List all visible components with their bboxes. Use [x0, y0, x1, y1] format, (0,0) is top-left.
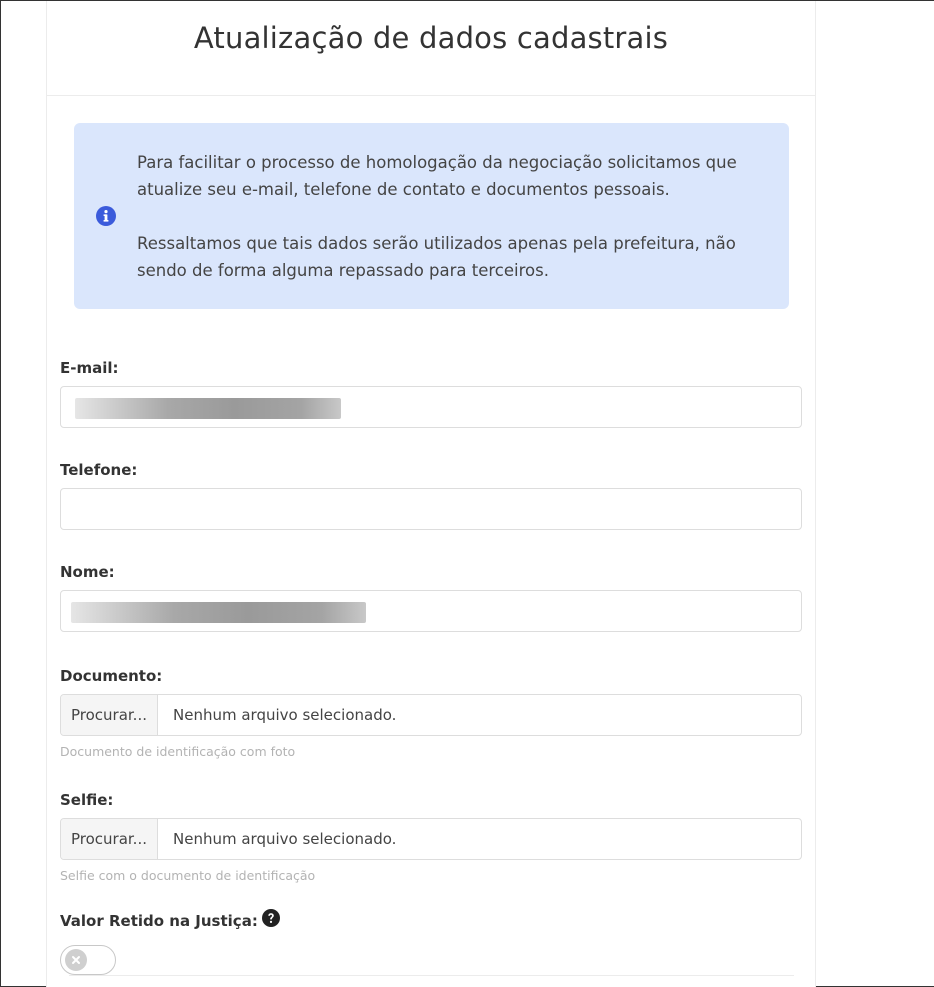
profile-update-form: E-mail: Telefone: Nome: Documento: Procu…	[60, 359, 802, 975]
withheld-value-toggle[interactable]	[60, 945, 116, 975]
selfie-field-group: Selfie: Procurar... Nenhum arquivo selec…	[60, 791, 802, 884]
selfie-file-input[interactable]: Procurar... Nenhum arquivo selecionado.	[60, 818, 802, 860]
document-browse-button[interactable]: Procurar...	[61, 695, 158, 735]
document-field-group: Documento: Procurar... Nenhum arquivo se…	[60, 667, 802, 760]
selfie-label: Selfie:	[60, 791, 114, 809]
phone-input[interactable]	[60, 488, 802, 530]
selfie-browse-button[interactable]: Procurar...	[61, 819, 158, 859]
document-label: Documento:	[60, 667, 163, 685]
close-icon	[72, 956, 80, 964]
selfie-file-status: Nenhum arquivo selecionado.	[173, 830, 397, 848]
selfie-help-text: Selfie com o documento de identificação	[60, 868, 316, 883]
page-title: Atualização de dados cadastrais	[193, 21, 669, 55]
withheld-value-field-group: Valor Retido na Justiça:	[60, 909, 802, 975]
phone-label: Telefone:	[60, 461, 138, 479]
document-help-text: Documento de identificação com foto	[60, 744, 296, 759]
name-field-group: Nome:	[60, 563, 802, 632]
alert-paragraph-2: Ressaltamos que tais dados serão utiliza…	[137, 233, 736, 280]
withheld-value-label-row: Valor Retido na Justiça:	[60, 909, 802, 931]
section-divider	[69, 975, 794, 976]
info-alert: Para facilitar o processo de homologação…	[74, 123, 789, 309]
withheld-value-label: Valor Retido na Justiça:	[60, 911, 258, 930]
phone-field-group: Telefone:	[60, 461, 802, 530]
info-circle-icon	[96, 206, 116, 226]
redacted-email-value	[75, 398, 341, 419]
alert-message: Para facilitar o processo de homologação…	[137, 149, 765, 284]
form-panel: Atualização de dados cadastrais Para fac…	[46, 1, 816, 987]
browser-viewport: Atualização de dados cadastrais Para fac…	[0, 0, 934, 987]
document-file-status: Nenhum arquivo selecionado.	[173, 706, 397, 724]
email-input[interactable]	[60, 386, 802, 428]
question-circle-icon[interactable]	[261, 909, 280, 927]
name-label: Nome:	[60, 563, 115, 581]
email-label: E-mail:	[60, 359, 119, 377]
panel-header: Atualização de dados cadastrais	[47, 1, 815, 96]
name-input[interactable]	[60, 590, 802, 632]
email-field-group: E-mail:	[60, 359, 802, 428]
redacted-name-value	[71, 602, 366, 623]
document-file-input[interactable]: Procurar... Nenhum arquivo selecionado.	[60, 694, 802, 736]
alert-paragraph-1: Para facilitar o processo de homologação…	[137, 152, 737, 199]
toggle-knob	[65, 949, 87, 971]
